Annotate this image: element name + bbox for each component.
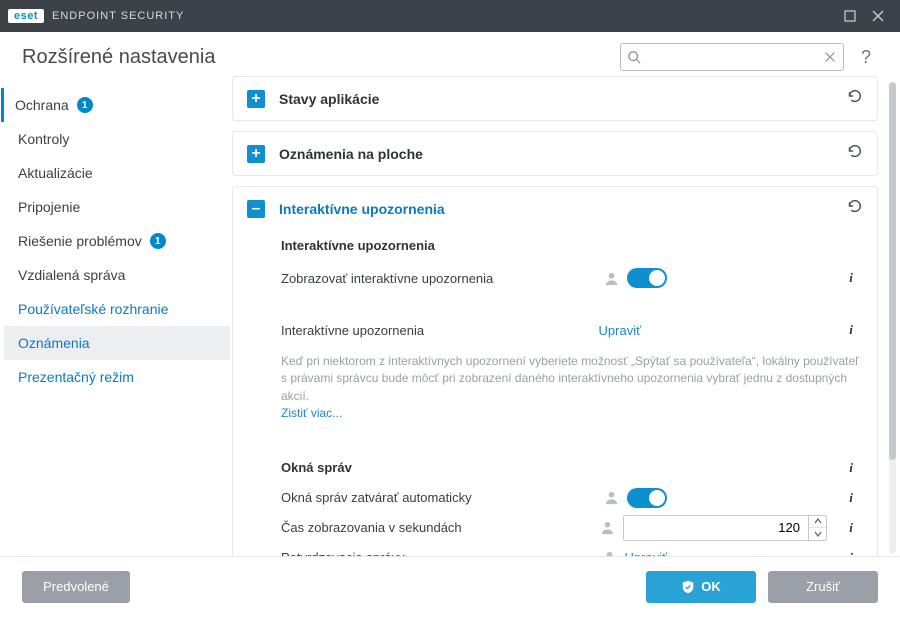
panel-toggle[interactable]: + Stavy aplikácie [233, 77, 877, 120]
section-heading-interactive: Interaktívne upozornenia [281, 238, 859, 253]
row-label: Interaktívne upozornenia [281, 323, 424, 338]
seconds-input[interactable] [623, 515, 809, 541]
revert-icon[interactable] [845, 197, 863, 220]
row-seconds: Čas zobrazovania v sekundách i [281, 513, 859, 543]
sidebar-badge: 1 [77, 97, 93, 113]
sidebar-item-label: Používateľské rozhranie [18, 301, 168, 317]
scrollbar-thumb[interactable] [889, 82, 896, 460]
panel-title: Interaktívne upozornenia [279, 201, 831, 217]
product-name: ENDPOINT SECURITY [52, 10, 184, 22]
seconds-field [623, 515, 827, 541]
shield-icon [681, 580, 695, 594]
clear-search-icon[interactable] [823, 50, 837, 64]
sidebar-item-label: Kontroly [18, 131, 69, 147]
row-label: Okná správ zatvárať automaticky [281, 490, 472, 505]
panel-title: Stavy aplikácie [279, 91, 831, 107]
sidebar-item-pripojenie[interactable]: Pripojenie [4, 190, 230, 224]
row-show-interactive: Zobrazovať interaktívne upozornenia i [281, 263, 859, 293]
content-area: + Stavy aplikácie + Oznámenia na ploche … [230, 76, 900, 556]
search-icon [627, 50, 641, 64]
sidebar-item-riesenie[interactable]: Riešenie problémov 1 [4, 224, 230, 258]
title-bar: eset ENDPOINT SECURITY [0, 0, 900, 32]
sidebar-item-ochrana[interactable]: Ochrana 1 [1, 88, 230, 122]
spin-down-icon[interactable] [809, 528, 826, 540]
collapse-icon: – [247, 200, 265, 218]
info-icon[interactable]: i [843, 550, 859, 556]
learn-more-link[interactable]: Zistiť viac... [281, 406, 342, 420]
user-icon [604, 271, 619, 286]
row-edit-interactive: Interaktívne upozornenia Upraviť i [281, 315, 859, 345]
row-label: Zobrazovať interaktívne upozornenia [281, 271, 493, 286]
cancel-button[interactable]: Zrušiť [768, 571, 878, 603]
header: Rozšírené nastavenia ? [0, 32, 900, 76]
sidebar-sub-oznamenia[interactable]: Oznámenia [4, 326, 230, 360]
panel-title: Oznámenia na ploche [279, 146, 831, 162]
seconds-spinner [809, 515, 827, 541]
sidebar-item-label: Prezentačný režim [18, 369, 134, 385]
row-autoclose: Okná správ zatvárať automaticky i [281, 483, 859, 513]
expand-icon: + [247, 90, 265, 108]
help-button[interactable]: ? [854, 47, 878, 68]
ok-button[interactable]: OK [646, 571, 756, 603]
sidebar-sub-prezentacny[interactable]: Prezentačný režim [4, 360, 230, 394]
revert-icon[interactable] [845, 142, 863, 165]
window-close-icon[interactable] [864, 2, 892, 30]
sidebar-item-label: Oznámenia [18, 335, 90, 351]
info-icon[interactable]: i [843, 270, 859, 286]
panel-desktop-notifications: + Oznámenia na ploche [232, 131, 878, 176]
expand-icon: + [247, 145, 265, 163]
sidebar-item-label: Vzdialená správa [18, 267, 125, 283]
footer: Predvolené OK Zrušiť [0, 556, 900, 616]
info-icon[interactable]: i [843, 490, 859, 506]
ok-label: OK [701, 579, 721, 594]
edit-link[interactable]: Upraviť [599, 323, 641, 338]
search-input[interactable] [641, 50, 823, 65]
sidebar-item-ui[interactable]: Používateľské rozhranie [4, 292, 230, 326]
user-icon [602, 550, 617, 556]
row-confirm: Potvrdzovacie správy Upraviť i [281, 543, 859, 556]
row-label: Čas zobrazovania v sekundách [281, 520, 462, 535]
window-maximize-icon[interactable] [836, 2, 864, 30]
search-field[interactable] [620, 43, 844, 71]
defaults-button[interactable]: Predvolené [22, 571, 130, 603]
panel-toggle[interactable]: – Interaktívne upozornenia [233, 187, 877, 230]
sidebar: Ochrana 1 Kontroly Aktualizácie Pripojen… [0, 76, 230, 556]
info-icon[interactable]: i [843, 460, 859, 476]
info-icon[interactable]: i [843, 322, 859, 338]
row-msgwin-heading: Okná správ i [281, 453, 859, 483]
info-icon[interactable]: i [843, 520, 859, 536]
brand-badge: eset [8, 9, 44, 23]
sidebar-item-aktualizacie[interactable]: Aktualizácie [4, 156, 230, 190]
edit-link[interactable]: Upraviť [625, 550, 667, 556]
scrollbar[interactable] [889, 82, 896, 554]
sidebar-item-label: Ochrana [15, 97, 69, 113]
hint-body: Keď pri niektorom z interaktívnych upozo… [281, 354, 859, 403]
spin-up-icon[interactable] [809, 516, 826, 529]
toggle-autoclose[interactable] [627, 488, 667, 508]
sidebar-item-label: Aktualizácie [18, 165, 93, 181]
user-icon [600, 520, 615, 535]
revert-icon[interactable] [845, 87, 863, 110]
sidebar-item-label: Pripojenie [18, 199, 80, 215]
user-icon [604, 490, 619, 505]
section-heading-msgwin: Okná správ [281, 460, 352, 475]
sidebar-item-vzdialena[interactable]: Vzdialená správa [4, 258, 230, 292]
row-label: Potvrdzovacie správy [281, 550, 405, 556]
sidebar-item-label: Riešenie problémov [18, 233, 142, 249]
panel-toggle[interactable]: + Oznámenia na ploche [233, 132, 877, 175]
panel-interactive-alerts: – Interaktívne upozornenia Interaktívne … [232, 186, 878, 556]
hint-text: Keď pri niektorom z interaktívnych upozo… [281, 353, 859, 423]
panel-app-states: + Stavy aplikácie [232, 76, 878, 121]
page-title: Rozšírené nastavenia [22, 46, 620, 69]
sidebar-item-kontroly[interactable]: Kontroly [4, 122, 230, 156]
sidebar-badge: 1 [150, 233, 166, 249]
toggle-show-interactive[interactable] [627, 268, 667, 288]
